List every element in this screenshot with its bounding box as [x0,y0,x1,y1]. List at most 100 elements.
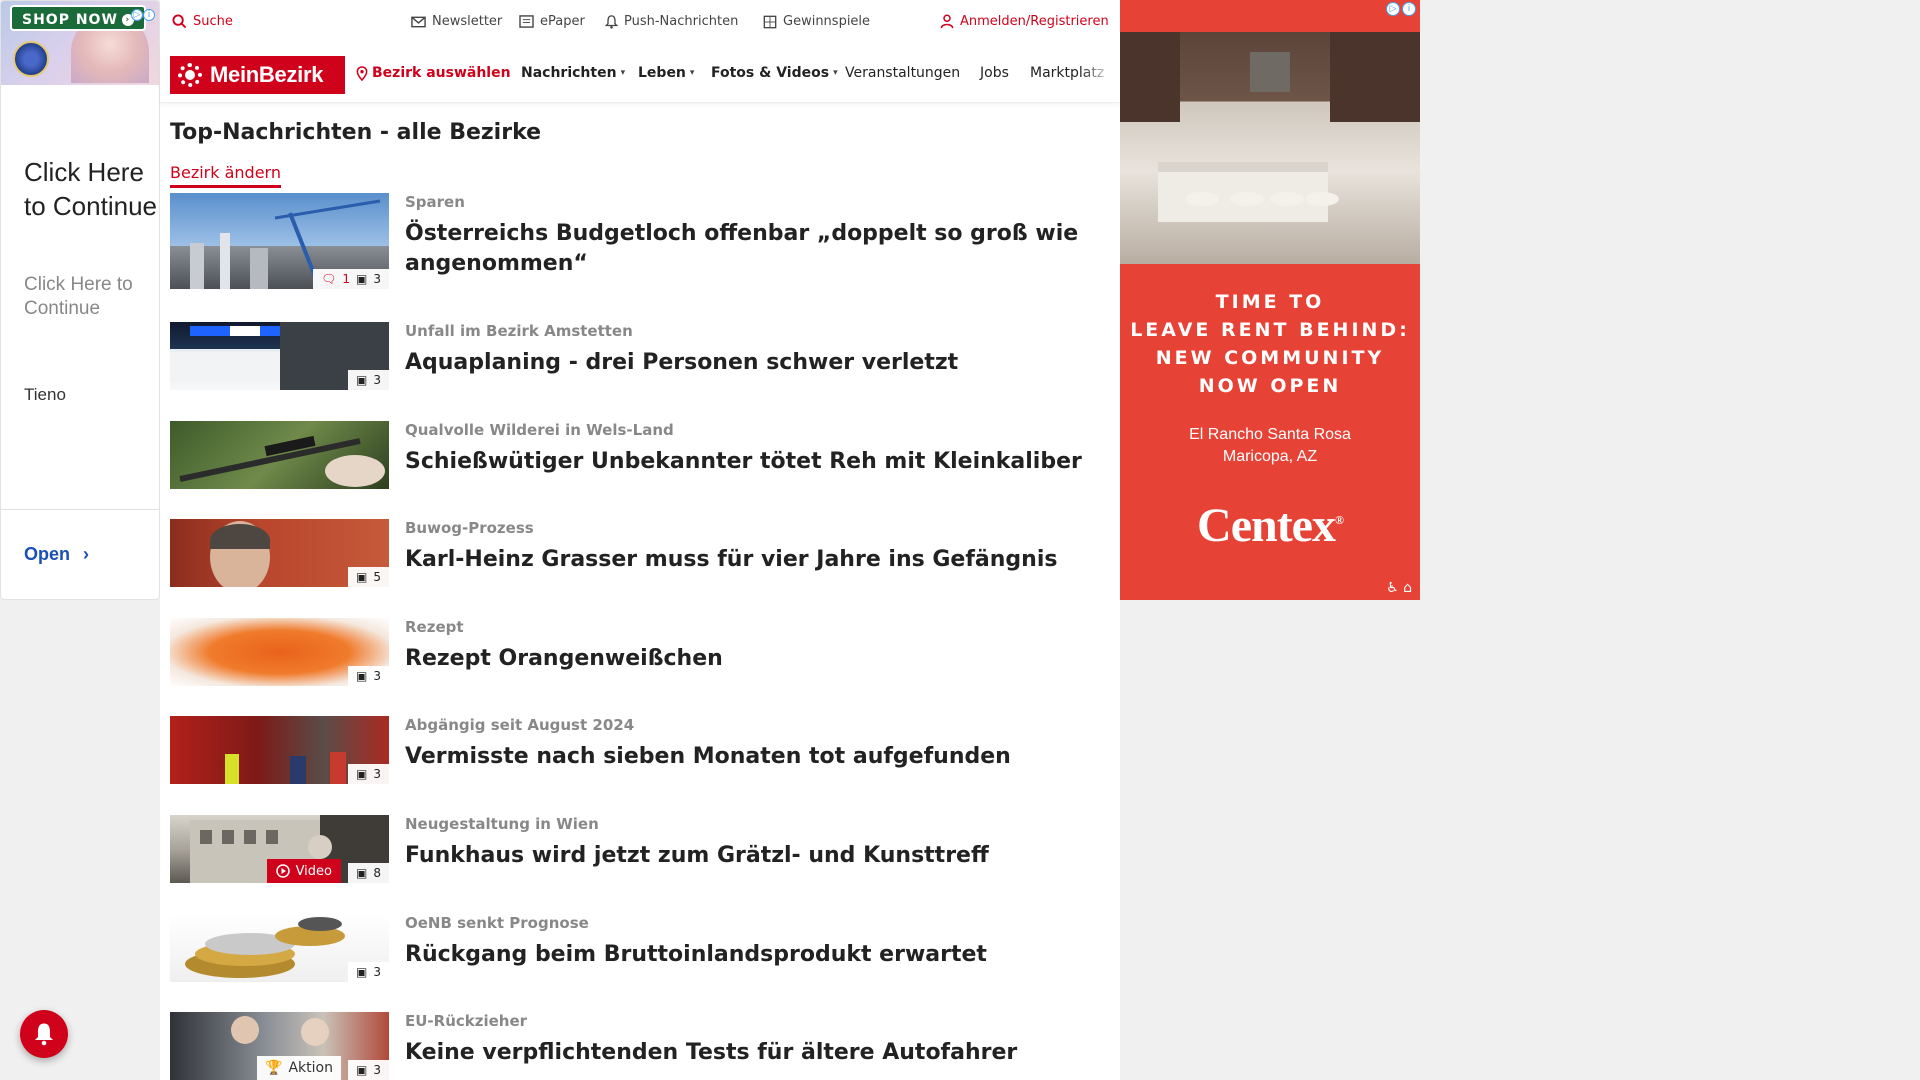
media-count-bar: ▣ 3 [348,764,389,784]
article-headline[interactable]: Schießwütiger Unbekannter tötet Reh mit … [405,447,1095,477]
image-gallery-icon: ▣ [356,866,368,880]
photo-count: 3 [373,1063,381,1077]
right-ad[interactable]: ▷ i TIME TO LEAVE RENT BEHIND: NEW COMMUN… [1120,0,1420,600]
chevron-down-icon: ▾ [620,68,626,78]
promotion-label: Aktion [288,1060,333,1076]
video-badge[interactable]: Video [266,859,341,883]
left-ad-banner[interactable]: SHOP NOW › ▷ i [1,1,159,85]
article-headline[interactable]: Funkhaus wird jetzt zum Grätzl- und Kuns… [405,841,1095,871]
article-thumbnail[interactable]: Video ▣ 8 [170,815,389,883]
ad-cta-small[interactable]: Click Here to Continue [24,273,159,321]
nav-item-nachrichten[interactable]: Nachrichten ▾ [521,65,625,81]
ad-headline[interactable]: TIME TO LEAVE RENT BEHIND: NEW COMMUNITY… [1120,288,1420,400]
map-pin-icon [356,65,368,81]
article-headline[interactable]: Österreichs Budgetloch offenbar „doppelt… [405,219,1095,279]
ad-cta-large[interactable]: Click Here to Continue [24,155,159,223]
play-icon [275,864,290,878]
nav-item-veranstaltungen[interactable]: Veranstaltungen [845,65,960,81]
article-headline[interactable]: Aquaplaning - drei Personen schwer verle… [405,348,1095,378]
photo-count: 5 [373,570,381,584]
epaper-label: ePaper [540,14,585,29]
login-label: Anmelden/Registrieren [960,14,1109,29]
image-gallery-icon: ▣ [356,1063,368,1077]
article-item[interactable]: ▣ 5 Buwog-Prozess Karl-Heinz Grasser muss… [170,519,1110,619]
article-kicker: Qualvolle Wilderei in Wels-Land [405,421,674,439]
nav-label: Veranstaltungen [845,65,961,81]
search-link[interactable]: Suche [172,14,233,29]
article-thumbnail[interactable] [170,421,389,489]
ad-brand-name: Tieno [24,385,66,404]
article-item[interactable]: ▣ 3 Unfall im Bezirk Amstetten Aquaplanin… [170,322,1110,422]
chevron-right-icon: › [83,544,90,564]
left-ad[interactable]: SHOP NOW › ▷ i Click Here to Continue Clic… [0,0,160,600]
nav-label: Jobs [980,65,1009,81]
newsletter-link[interactable]: Newsletter [411,14,502,29]
photo-count: 3 [373,373,381,387]
bell-icon [605,14,618,29]
games-label: Gewinnspiele [783,14,871,29]
article-item[interactable]: 🏆 Aktion ▣ 3 EU-Rückzieher Keine verpflich… [170,1012,1110,1080]
district-selector[interactable]: Bezirk auswählen [356,65,511,81]
ad-choices-icon[interactable]: ▷ i [131,2,157,21]
promotion-badge[interactable]: 🏆 Aktion [257,1056,341,1080]
article-thumbnail[interactable]: ▣ 5 [170,519,389,587]
epaper-link[interactable]: ePaper [519,14,585,29]
media-count-bar: ▣ 3 [348,370,389,390]
article-thumbnail[interactable]: ▣ 3 [170,322,389,390]
ad-headline-line: TIME TO [1215,291,1325,313]
notification-button[interactable] [20,1010,68,1058]
ad-brand-logo[interactable]: Centex® [1120,498,1420,553]
article-thumbnail[interactable]: ▣ 3 [170,914,389,982]
article-item[interactable]: Video ▣ 8 Neugestaltung in Wien Funkhaus … [170,815,1110,915]
page: SHOP NOW › ▷ i Click Here to Continue Clic… [0,0,1920,1080]
article-headline[interactable]: Rückgang beim Bruttoinlandsprodukt erwar… [405,940,1095,970]
push-link[interactable]: Push-Nachrichten [605,14,738,29]
article-headline[interactable]: Karl-Heinz Grasser muss für vier Jahre i… [405,545,1095,575]
main-content: Suche Newsletter ePaper Push-Nachrichten… [160,0,1120,1080]
image-gallery-icon: ▣ [356,570,368,584]
article-kicker: Unfall im Bezirk Amstetten [405,322,633,340]
trophy-icon: 🏆 [265,1060,283,1076]
shop-now-label: SHOP NOW [22,12,118,28]
comment-count: 1 [342,272,351,286]
rifle-image [179,435,385,487]
shop-now-button[interactable]: SHOP NOW › [10,5,146,31]
article-thumbnail[interactable]: ▣ 3 [170,716,389,784]
nav-item-jobs[interactable]: Jobs [980,65,1009,81]
ad-headline-line: NOW OPEN [1198,375,1342,397]
article-item[interactable]: ▣ 3 Abgängig seit August 2024 Vermisste n… [170,716,1110,816]
article-thumbnail[interactable]: 🗨 1 ▣ 3 [170,193,389,289]
nav-label: Nachrichten [521,65,617,81]
media-count-bar: ▣ 5 [348,567,389,587]
media-count-bar: ▣ 3 [348,666,389,686]
site-logo[interactable]: MeinBezirk [170,56,345,94]
article-item[interactable]: ▣ 3 Rezept Rezept Orangenweißchen [170,618,1110,718]
main-nav: MeinBezirk Bezirk auswählen Nachrichten ▾… [160,45,1120,103]
comment-icon: 🗨 [321,272,337,286]
image-gallery-icon: ▣ [356,272,368,286]
image-gallery-icon: ▣ [356,373,368,387]
change-district-link[interactable]: Bezirk ändern [170,163,281,188]
ad-choices-icon[interactable]: ▷ i [1386,2,1416,16]
nav-item-leben[interactable]: Leben ▾ [638,65,694,81]
chevron-down-icon: ▾ [833,68,838,78]
article-item[interactable]: 🗨 1 ▣ 3 Sparen Österreichs Budgetloch offe… [170,193,1110,293]
article-thumbnail[interactable]: ▣ 3 [170,618,389,686]
ad-location-line: El Rancho Santa Rosa [1189,426,1351,443]
article-item[interactable]: ▣ 3 OeNB senkt Prognose Rückgang beim Bru… [170,914,1110,1014]
ad-open-button[interactable]: Open › [1,509,159,599]
ad-accessibility-icons: ♿ ⌂ [1386,580,1412,596]
gift-icon [763,15,777,28]
nav-item-fotos-videos[interactable]: Fotos & Videos ▾ [711,65,838,81]
image-gallery-icon: ▣ [356,669,368,683]
photo-count: 3 [373,669,381,683]
district-label: Bezirk auswählen [372,65,511,81]
article-kicker: Rezept [405,618,464,636]
article-headline[interactable]: Keine verpflichtenden Tests für ältere A… [405,1038,1095,1068]
article-headline[interactable]: Rezept Orangenweißchen [405,644,1095,674]
login-link[interactable]: Anmelden/Registrieren [940,14,1109,29]
article-headline[interactable]: Vermisste nach sieben Monaten tot aufgef… [405,742,1095,772]
article-thumbnail[interactable]: 🏆 Aktion ▣ 3 [170,1012,389,1080]
games-link[interactable]: Gewinnspiele [763,14,870,29]
article-item[interactable]: Qualvolle Wilderei in Wels-Land Schießwü… [170,421,1110,521]
